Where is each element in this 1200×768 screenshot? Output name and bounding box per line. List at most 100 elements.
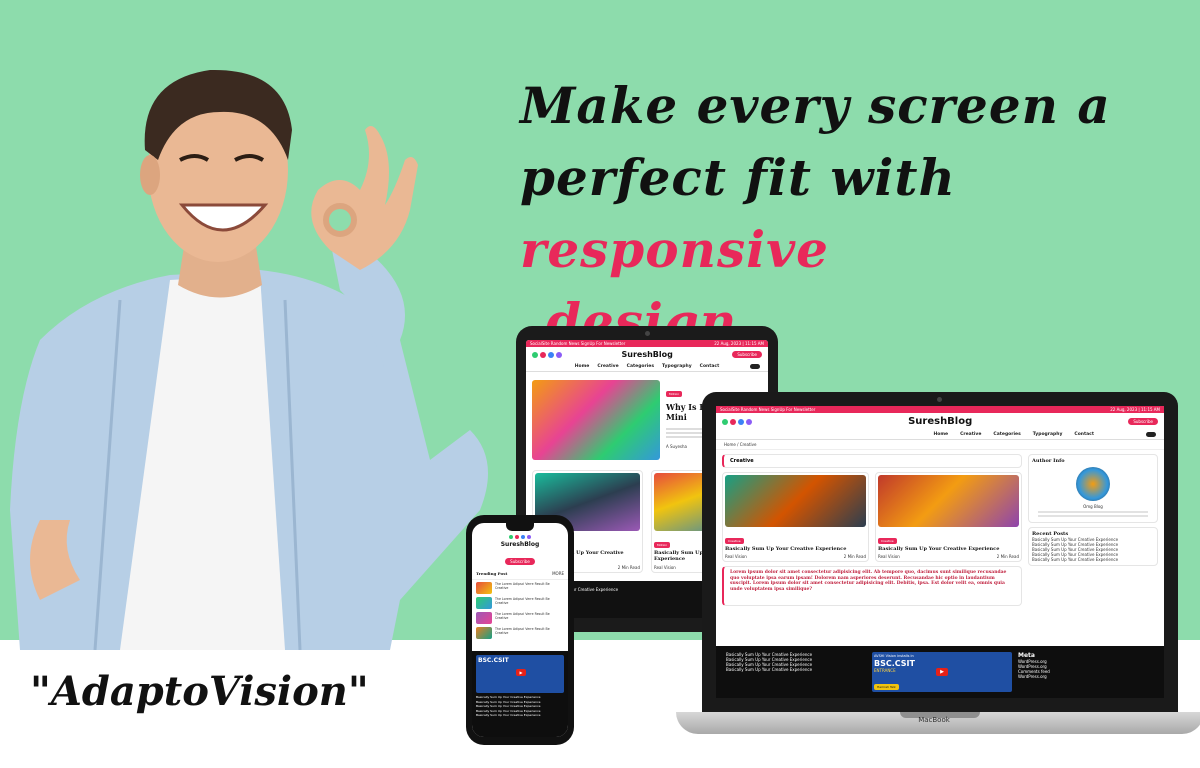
tablet-site-title[interactable]: SureshBlog (621, 350, 672, 359)
social-icon[interactable] (540, 351, 546, 358)
tablet-topbar-right: 22 Aug, 2023 | 11:15 AM (714, 341, 764, 346)
post-meta: 2 Min Read (843, 554, 866, 559)
nav-item-typography[interactable]: Typography (662, 364, 692, 369)
trending-item[interactable]: The Lorem Adipsci Verre Result Be Creati… (476, 597, 564, 609)
post-title: Basically Sum Up Your Creative Experienc… (725, 546, 847, 552)
social-icon[interactable] (722, 418, 728, 425)
play-icon[interactable]: ▶ (936, 668, 948, 676)
quote-text: Lorem ipsum dolor sit amet consectetur a… (730, 570, 1007, 592)
card-author: Real Vision (654, 565, 676, 570)
dark-mode-toggle[interactable] (750, 364, 760, 369)
video-banner: BSC.CSIT (478, 657, 509, 664)
phone-subscribe-button[interactable]: Subscribe (505, 558, 535, 565)
dark-mode-toggle[interactable] (1146, 432, 1156, 437)
tablet-social-icons (532, 351, 562, 358)
social-icon[interactable] (521, 535, 525, 539)
phone-device: SureshBlog Subscribe Trending Post MORE … (466, 515, 574, 745)
social-icon[interactable] (556, 351, 562, 358)
laptop-site-title[interactable]: SureshBlog (908, 416, 972, 427)
social-icon[interactable] (515, 535, 519, 539)
post-image (878, 475, 1019, 527)
author-info-title: Author Info (1032, 458, 1065, 464)
post-image (725, 475, 866, 527)
social-icon[interactable] (746, 418, 752, 425)
nav-item-contact[interactable]: Contact (1074, 432, 1094, 437)
trending-item[interactable]: The Lorem Adipsci Verre Result Be Creati… (476, 582, 564, 594)
video-name: Hamrah Talk (874, 684, 899, 690)
meta-link[interactable]: WordPress.org (1018, 674, 1154, 679)
section-title: Creative (722, 454, 1022, 468)
laptop-topbar: SocialSite Random News SignUp For Newsle… (716, 406, 1164, 413)
tablet-subscribe-button[interactable]: Subscribe (732, 351, 762, 358)
phone-site-title[interactable]: SureshBlog (472, 541, 568, 548)
post-tag: Creative (725, 538, 744, 544)
post-author: Real Vision (725, 554, 747, 559)
post-title: Basically Sum Up Your Creative Experienc… (878, 546, 1000, 552)
phone-footer: BSC.CSIT ▶ Basically Sum Up Your Creativ… (472, 651, 568, 737)
video-thumbnail[interactable]: BSC.CSIT ▶ (476, 655, 564, 693)
social-icon[interactable] (730, 418, 736, 425)
meta-title: Meta (1018, 652, 1035, 659)
quote-block: Lorem ipsum dolor sit amet consectetur a… (722, 566, 1022, 606)
phone-notch (506, 523, 534, 531)
social-icon[interactable] (532, 351, 538, 358)
feature-tag[interactable]: Motion (666, 391, 683, 397)
play-icon[interactable]: ▶ (516, 669, 526, 676)
recent-posts: Recent Posts Basically Sum Up Your Creat… (1028, 527, 1158, 566)
nav-item-home[interactable]: Home (575, 364, 590, 369)
video-banner: BSC.CSIT (874, 659, 915, 668)
nav-item-home[interactable]: Home (934, 432, 949, 437)
laptop-nav: Home Creative Categories Typography Cont… (716, 430, 1164, 440)
laptop-camera (937, 397, 942, 402)
headline-accent: responsive (520, 220, 829, 279)
trending-more[interactable]: MORE (552, 571, 564, 577)
nav-item-creative[interactable]: Creative (960, 432, 981, 437)
laptop-footer: Basically Sum Up Your Creative Experienc… (716, 646, 1164, 698)
headline: Make every screen a perfect fit with res… (520, 70, 1190, 358)
footer-link[interactable]: Basically Sum Up Your Creative Experienc… (726, 667, 866, 672)
social-icon[interactable] (738, 418, 744, 425)
tablet-nav: Home Creative Categories Typography Cont… (526, 362, 768, 372)
laptop-subscribe-button[interactable]: Subscribe (1128, 418, 1158, 425)
laptop-screen: SocialSite Random News SignUp For Newsle… (716, 406, 1164, 698)
laptop-topbar-right: 22 Aug, 2023 | 11:15 AM (1110, 407, 1160, 412)
social-icon[interactable] (509, 535, 513, 539)
author-name: Omg Blog (1083, 504, 1103, 509)
headline-line-2: perfect fit with (520, 148, 956, 207)
trending-item[interactable]: The Lorem Adipsci Verre Result Be Creati… (476, 627, 564, 639)
tablet-header: SureshBlog Subscribe (526, 347, 768, 362)
laptop-social-icons (722, 418, 752, 425)
social-icon[interactable] (527, 535, 531, 539)
brand-name: "AdaptoVision" (30, 668, 369, 715)
trending-title: Trending Post (476, 571, 508, 576)
nav-item-categories[interactable]: Categories (993, 432, 1020, 437)
nav-item-categories[interactable]: Categories (627, 364, 654, 369)
feature-author: A Suyesha (666, 444, 687, 449)
laptop-post-card[interactable]: Creative Basically Sum Up Your Creative … (875, 472, 1022, 562)
footer-link[interactable]: Basically Sum Up Your Creative Experienc… (476, 713, 564, 718)
nav-item-contact[interactable]: Contact (700, 364, 720, 369)
trending-item[interactable]: The Lorem Adipsci Verre Result Be Creati… (476, 612, 564, 624)
trending-list: The Lorem Adipsci Verre Result Be Creati… (472, 580, 568, 644)
nav-item-creative[interactable]: Creative (597, 364, 618, 369)
card-meta: 2 Min Read (617, 565, 640, 570)
card-tag: Motion (654, 542, 671, 548)
laptop-device: SocialSite Random News SignUp For Newsle… (702, 392, 1178, 712)
recent-post-item[interactable]: Basically Sum Up Your Creative Experienc… (1032, 557, 1154, 562)
trending-header: Trending Post MORE (472, 567, 568, 580)
social-icon[interactable] (548, 351, 554, 358)
tablet-topbar-left: SocialSite Random News SignUp For Newsle… (530, 341, 626, 346)
laptop-brand-label: MacBook (918, 716, 950, 724)
laptop-post-card[interactable]: Creative Basically Sum Up Your Creative … (722, 472, 869, 562)
laptop-topbar-left: SocialSite Random News SignUp For Newsle… (720, 407, 816, 412)
post-tag: Creative (878, 538, 897, 544)
feature-image[interactable] (532, 380, 660, 460)
post-meta: 2 Min Read (996, 554, 1019, 559)
video-thumbnail[interactable]: AVSHI Vision installs in BSC.CSIT ENTRAN… (872, 652, 1012, 692)
nav-item-typography[interactable]: Typography (1033, 432, 1063, 437)
author-info: Author Info Omg Blog (1028, 454, 1158, 523)
smiling-man-photo (10, 69, 488, 650)
phone-screen: SureshBlog Subscribe Trending Post MORE … (472, 523, 568, 737)
laptop-header: SureshBlog Subscribe (716, 413, 1164, 430)
breadcrumb[interactable]: Home / Creative (716, 440, 1164, 450)
